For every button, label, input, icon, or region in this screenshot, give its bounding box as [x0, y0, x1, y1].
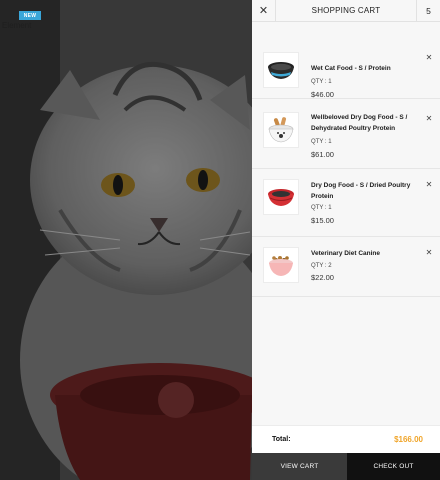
product-name-link[interactable]: Dry Dog Food - S / Dried Poultry Protein [311, 181, 423, 202]
product-thumbnail[interactable] [263, 179, 299, 215]
shopping-cart-drawer: ✕ SHOPPING CART 5 Wet Cat Food - S / Pro… [252, 0, 440, 480]
close-icon: ✕ [258, 5, 269, 17]
product-name-link[interactable]: Wet Cat Food - S / Protein [311, 64, 423, 75]
total-label: Total: [272, 436, 291, 443]
product-price: $46.00 [311, 90, 334, 99]
cart-header: ✕ SHOPPING CART 5 [252, 0, 440, 22]
product-name-link[interactable]: Veterinary Diet Canine [311, 249, 423, 260]
remove-item-button[interactable]: ✕ [424, 53, 434, 62]
product-qty: QTY : 1 [311, 79, 332, 85]
black-blue-pet-bowl-icon [268, 62, 294, 79]
product-name-link[interactable]: Wellbeloved Dry Dog Food - S / Dehydrate… [311, 113, 423, 134]
product-thumbnail[interactable] [263, 247, 299, 283]
product-qty: QTY : 1 [311, 139, 332, 145]
product-price: $15.00 [311, 216, 334, 225]
product-thumbnail[interactable] [263, 112, 299, 148]
remove-item-button[interactable]: ✕ [424, 114, 434, 123]
element-label: Element [2, 21, 32, 30]
cart-actions: VIEW CART CHECK OUT [252, 453, 440, 480]
product-thumbnail[interactable] [263, 52, 299, 88]
cart-item: Dry Dog Food - S / Dried Poultry Protein… [252, 169, 440, 237]
cart-item: Veterinary Diet Canine QTY : 2 $22.00 ✕ [252, 237, 440, 297]
close-icon: ✕ [425, 180, 433, 189]
total-value: $166.00 [394, 435, 423, 444]
remove-item-button[interactable]: ✕ [424, 180, 434, 189]
cart-item: Wet Cat Food - S / Protein QTY : 1 $46.0… [252, 32, 440, 99]
checkout-button[interactable]: CHECK OUT [347, 453, 440, 480]
remove-item-button[interactable]: ✕ [424, 248, 434, 257]
close-icon: ✕ [425, 248, 433, 257]
product-price: $22.00 [311, 273, 334, 282]
pink-bowl-kibble-icon [269, 256, 293, 276]
view-cart-button[interactable]: VIEW CART [252, 453, 347, 480]
close-cart-button[interactable]: ✕ [252, 0, 276, 22]
cart-title: SHOPPING CART [311, 6, 381, 15]
close-icon: ✕ [425, 53, 433, 62]
product-qty: QTY : 2 [311, 263, 332, 269]
cart-item: Wellbeloved Dry Dog Food - S / Dehydrate… [252, 99, 440, 169]
red-pet-bowl-icon [268, 189, 294, 206]
cart-count: 5 [416, 0, 440, 22]
cart-total-row: Total: $166.00 [252, 425, 440, 453]
white-paw-bowl-icon [268, 117, 294, 143]
new-badge: NEW [19, 11, 41, 20]
product-qty: QTY : 1 [311, 205, 332, 211]
cart-items-list: Wet Cat Food - S / Protein QTY : 1 $46.0… [252, 22, 440, 480]
product-price: $61.00 [311, 150, 334, 159]
close-icon: ✕ [425, 114, 433, 123]
